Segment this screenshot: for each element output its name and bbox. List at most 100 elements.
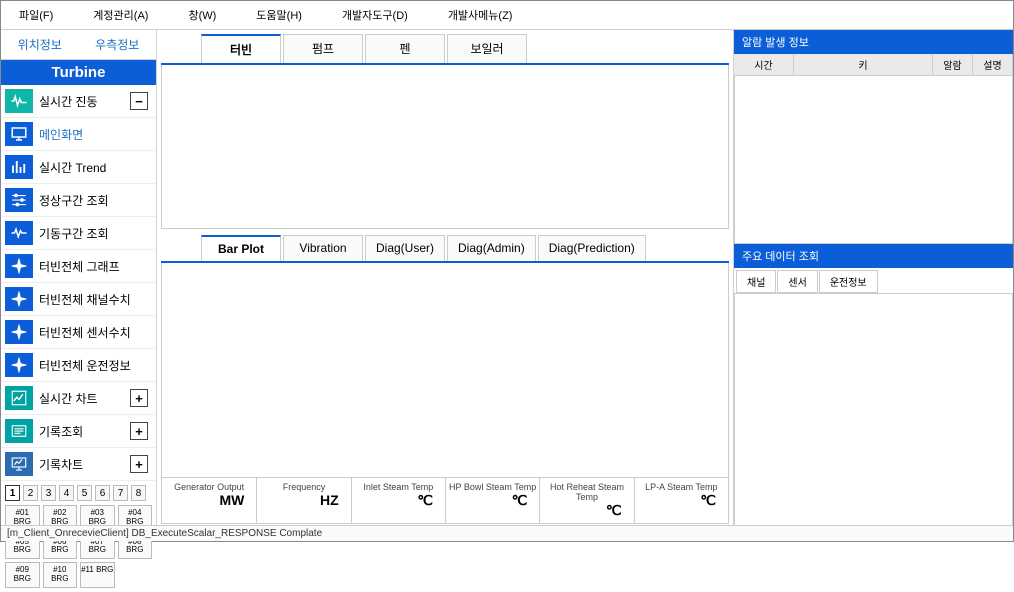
- tree-label: 터빈전체 운전정보: [39, 357, 152, 374]
- record-chart-icon: [5, 452, 33, 476]
- metric-unit: ℃: [448, 492, 537, 509]
- tree-label: 실시간 Trend: [39, 159, 152, 176]
- data-tabs: 채널 센서 운전정보: [734, 268, 1013, 294]
- tab-vibration[interactable]: Vibration: [283, 235, 363, 261]
- page-3[interactable]: 3: [41, 485, 56, 501]
- expand-icon[interactable]: +: [130, 389, 148, 407]
- metric-unit: ℃: [542, 502, 631, 519]
- tab-pump[interactable]: 펌프: [283, 34, 363, 63]
- alarm-table-header: 시간 키 알람 설명: [734, 54, 1013, 76]
- page-8[interactable]: 8: [131, 485, 146, 501]
- expand-icon[interactable]: +: [130, 422, 148, 440]
- tree-item-all-channel[interactable]: 터빈전체 채널수치: [1, 283, 156, 316]
- tab-barplot[interactable]: Bar Plot: [201, 235, 281, 261]
- col-time: 시간: [734, 54, 794, 75]
- page-7[interactable]: 7: [113, 485, 128, 501]
- alarm-panel-title: 알람 발생 정보: [734, 30, 1013, 54]
- collapse-icon[interactable]: −: [130, 92, 148, 110]
- chart-icon: [5, 386, 33, 410]
- tab-diag-prediction[interactable]: Diag(Prediction): [538, 235, 646, 261]
- tab-fan[interactable]: 펜: [365, 34, 445, 63]
- location-tabs: 위치정보 우측정보: [1, 30, 156, 60]
- barchart-icon: [5, 155, 33, 179]
- brg-11[interactable]: #11 BRG: [80, 562, 115, 588]
- center-column: 터빈 펌프 펜 보일러 Bar Plot Vibration Diag(User…: [157, 30, 733, 528]
- tree-label: 실시간 진동: [39, 93, 124, 110]
- tree-item-main[interactable]: 메인화면: [1, 118, 156, 151]
- data-panel-body: [734, 294, 1013, 528]
- tree-label: 기록조회: [39, 423, 124, 440]
- turbine-icon: [5, 353, 33, 377]
- equipment-tabs: 터빈 펌프 펜 보일러: [161, 34, 729, 65]
- tab-turbine[interactable]: 터빈: [201, 34, 281, 63]
- metric-inlet-steam: Inlet Steam Temp ℃: [351, 478, 445, 523]
- page-4[interactable]: 4: [59, 485, 74, 501]
- tree-group-record-chart[interactable]: 기록차트 +: [1, 448, 156, 481]
- metric-hp-bowl: HP Bowl Steam Temp ℃: [445, 478, 539, 523]
- tab-boiler[interactable]: 보일러: [447, 34, 527, 63]
- alarm-table-body: [734, 76, 1013, 244]
- tree-label: 정상구간 조회: [39, 192, 152, 209]
- tree-label: 터빈전체 그래프: [39, 258, 152, 275]
- tab-location-info[interactable]: 위치정보: [1, 30, 79, 59]
- menu-file[interactable]: 파일(F): [19, 7, 53, 23]
- tree-label: 기록차트: [39, 456, 124, 473]
- right-column: 알람 발생 정보 시간 키 알람 설명 주요 데이터 조회 채널 센서 운전정보: [733, 30, 1013, 528]
- waveform-icon: [5, 89, 33, 113]
- page-2[interactable]: 2: [23, 485, 38, 501]
- menu-help[interactable]: 도움말(H): [256, 7, 302, 23]
- tree-group-realtime-chart[interactable]: 실시간 차트 +: [1, 382, 156, 415]
- menu-window[interactable]: 창(W): [188, 7, 216, 23]
- tree-item-all-opinfo[interactable]: 터빈전체 운전정보: [1, 349, 156, 382]
- metrics-row: Generator Output MW Frequency HZ Inlet S…: [162, 477, 728, 523]
- tree-label: 터빈전체 센서수치: [39, 324, 152, 341]
- tree-label: 실시간 차트: [39, 390, 124, 407]
- turbine-icon: [5, 320, 33, 344]
- tab-diag-user[interactable]: Diag(User): [365, 235, 445, 261]
- col-desc: 설명: [973, 54, 1013, 75]
- pulse-icon: [5, 221, 33, 245]
- metric-hot-reheat: Hot Reheat Steam Temp ℃: [539, 478, 633, 523]
- tab-opinfo[interactable]: 운전정보: [819, 270, 878, 293]
- col-key: 키: [794, 54, 933, 75]
- tree-label: 기동구간 조회: [39, 225, 152, 242]
- turbine-header: Turbine: [1, 60, 156, 85]
- tab-channel[interactable]: 채널: [736, 270, 776, 293]
- metric-unit: HZ: [259, 492, 348, 508]
- tree-group-realtime-vib[interactable]: 실시간 진동 −: [1, 85, 156, 118]
- metric-unit: MW: [164, 492, 254, 508]
- tree-item-all-sensor[interactable]: 터빈전체 센서수치: [1, 316, 156, 349]
- brg-10[interactable]: #10 BRG: [43, 562, 78, 588]
- page-1[interactable]: 1: [5, 485, 20, 501]
- tree-item-normal-range[interactable]: 정상구간 조회: [1, 184, 156, 217]
- brg-09[interactable]: #09 BRG: [5, 562, 40, 588]
- metric-label: HP Bowl Steam Temp: [448, 482, 537, 492]
- metric-unit: ℃: [637, 492, 726, 509]
- pager: 1 2 3 4 5 6 7 8: [1, 481, 156, 503]
- metric-frequency: Frequency HZ: [256, 478, 350, 523]
- chart-panel: Generator Output MW Frequency HZ Inlet S…: [161, 263, 729, 524]
- metric-generator-output: Generator Output MW: [162, 478, 256, 523]
- tree-item-startup-range[interactable]: 기동구간 조회: [1, 217, 156, 250]
- tree-group-record-query[interactable]: 기록조회 +: [1, 415, 156, 448]
- tab-right-info[interactable]: 우측정보: [79, 30, 157, 59]
- metric-label: Inlet Steam Temp: [354, 482, 443, 492]
- menu-devmenu[interactable]: 개발사메뉴(Z): [448, 7, 513, 23]
- metric-lpa-steam: LP-A Steam Temp ℃: [634, 478, 728, 523]
- tab-diag-admin[interactable]: Diag(Admin): [447, 235, 536, 261]
- menubar: 파일(F) 계정관리(A) 창(W) 도움말(H) 개발자도구(D) 개발사메뉴…: [1, 1, 1013, 30]
- tree-item-trend[interactable]: 실시간 Trend: [1, 151, 156, 184]
- left-column: 위치정보 우측정보 Turbine 실시간 진동 − 메인화면 실시간 Tren…: [1, 30, 157, 528]
- expand-icon[interactable]: +: [130, 455, 148, 473]
- monitor-icon: [5, 122, 33, 146]
- equipment-panel: [161, 65, 729, 229]
- tab-sensor[interactable]: 센서: [777, 270, 817, 293]
- page-5[interactable]: 5: [77, 485, 92, 501]
- tree-item-all-graph[interactable]: 터빈전체 그래프: [1, 250, 156, 283]
- metric-label: Hot Reheat Steam Temp: [542, 482, 631, 502]
- menu-account[interactable]: 계정관리(A): [93, 7, 148, 23]
- page-6[interactable]: 6: [95, 485, 110, 501]
- menu-devtools[interactable]: 개발자도구(D): [342, 7, 408, 23]
- metric-unit: ℃: [354, 492, 443, 509]
- turbine-icon: [5, 287, 33, 311]
